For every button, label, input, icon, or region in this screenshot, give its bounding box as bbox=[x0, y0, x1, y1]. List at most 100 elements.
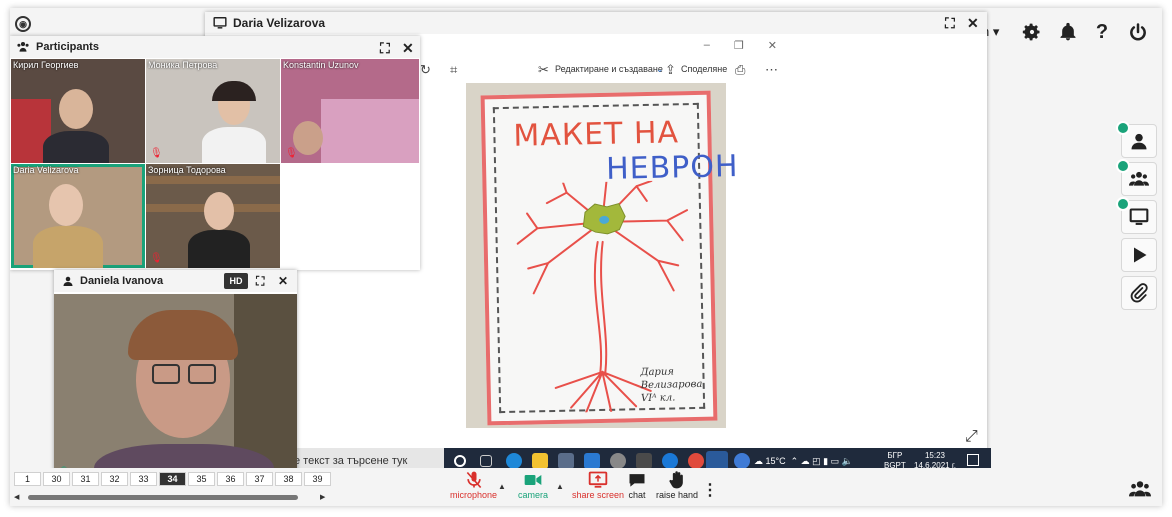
page-button[interactable]: 1 bbox=[14, 472, 41, 486]
participants-toggle-button[interactable] bbox=[1128, 478, 1152, 505]
page-button[interactable]: 34 bbox=[159, 472, 186, 486]
print-icon[interactable]: ⎙ bbox=[735, 62, 745, 78]
page-button[interactable]: 36 bbox=[217, 472, 244, 486]
skype-icon[interactable] bbox=[662, 453, 678, 469]
chevron-down-icon[interactable]: ⌄ bbox=[656, 64, 664, 75]
expand-icon[interactable]: ⤢ bbox=[965, 428, 978, 446]
files-panel-button[interactable] bbox=[1121, 276, 1157, 310]
camera-options-icon[interactable]: ▲ bbox=[556, 482, 564, 491]
page-button[interactable]: 35 bbox=[188, 472, 215, 486]
share-icon: ⇪ bbox=[665, 62, 676, 77]
group-panel-button[interactable] bbox=[1116, 159, 1157, 196]
gear-icon[interactable] bbox=[1020, 20, 1044, 44]
participants-title: Participants bbox=[36, 41, 99, 53]
participant-name: Моника Петрова bbox=[148, 60, 218, 70]
group-icon bbox=[1129, 481, 1151, 497]
page-button[interactable]: 32 bbox=[101, 472, 128, 486]
horizontal-scrollbar[interactable]: ◀ ▶ bbox=[14, 493, 330, 501]
rotate-icon[interactable]: ↻ bbox=[420, 62, 431, 78]
weather-readout: ☁ 15°C ⌃ ☁ ◰ ▮ ▭ 🔈 bbox=[754, 456, 853, 466]
participant-name: Konstantin Uzunov bbox=[283, 60, 359, 70]
speaker-name: Daniela Ivanova bbox=[80, 275, 164, 287]
notification-icon[interactable] bbox=[967, 454, 979, 466]
play-icon bbox=[1134, 247, 1147, 263]
task-view-icon[interactable] bbox=[480, 455, 492, 467]
more-icon[interactable]: ⋯ bbox=[765, 62, 778, 78]
monitor-icon bbox=[1129, 208, 1149, 225]
monitor-icon bbox=[213, 17, 227, 29]
mic-muted-icon: 🎙 bbox=[285, 148, 298, 159]
participant-name: Кирил Георгиев bbox=[13, 60, 79, 70]
microphone-muted-icon bbox=[466, 471, 481, 489]
page-button[interactable]: 37 bbox=[246, 472, 273, 486]
mic-muted-icon: 🎙 bbox=[150, 253, 163, 264]
share-screen-icon bbox=[588, 471, 608, 488]
participant-tile[interactable]: Konstantin Uzunov 🎙 bbox=[281, 59, 419, 163]
participant-tile-active[interactable]: Daria Velizarova bbox=[11, 164, 145, 268]
file-explorer-icon[interactable] bbox=[532, 453, 548, 469]
users-panel-button[interactable] bbox=[1116, 121, 1157, 158]
close-icon[interactable]: ✕ bbox=[967, 15, 979, 32]
edit-create-button[interactable]: Редактиране и създаване bbox=[555, 64, 663, 74]
poster-paper: МАКЕТ НА НЕВРОН Дария Велизарова VIᴬ кл. bbox=[480, 90, 739, 426]
raise-hand-button[interactable]: raise hand bbox=[656, 470, 698, 500]
help-app-icon[interactable] bbox=[734, 453, 750, 469]
microphone-button[interactable]: microphone bbox=[450, 470, 497, 500]
participant-tile[interactable]: Кирил Георгиев bbox=[11, 59, 145, 163]
help-icon[interactable]: ? bbox=[1090, 20, 1114, 44]
microphone-options-icon[interactable]: ▲ bbox=[498, 482, 506, 491]
scroll-right-icon[interactable]: ▶ bbox=[320, 493, 325, 501]
page-button[interactable]: 39 bbox=[304, 472, 331, 486]
fullscreen-icon[interactable]: ⛶ bbox=[256, 274, 264, 289]
power-icon[interactable] bbox=[1126, 20, 1150, 44]
hand-icon bbox=[669, 471, 683, 489]
chat-icon bbox=[629, 474, 645, 487]
shared-screen-titlebar: Daria Velizarova bbox=[205, 12, 987, 34]
bell-icon[interactable] bbox=[1056, 20, 1080, 44]
share-button[interactable]: Споделяне bbox=[681, 64, 727, 74]
group-icon bbox=[1129, 171, 1149, 186]
more-options-icon[interactable]: ⋮ bbox=[702, 480, 718, 500]
store-icon[interactable] bbox=[558, 453, 574, 469]
fullscreen-icon[interactable]: ⛶ bbox=[945, 15, 955, 32]
app-icon[interactable] bbox=[610, 453, 626, 469]
close-icon[interactable]: ✕ bbox=[768, 39, 777, 52]
share-screen-button[interactable]: share screen bbox=[572, 470, 624, 500]
media-panel-button[interactable] bbox=[1121, 238, 1157, 272]
crop-icon[interactable]: ⌗ bbox=[450, 62, 457, 78]
minimize-icon[interactable]: – bbox=[704, 39, 710, 51]
fullscreen-icon[interactable]: ⛶ bbox=[380, 40, 390, 57]
scrollbar-thumb[interactable] bbox=[28, 495, 298, 500]
scroll-left-icon[interactable]: ◀ bbox=[14, 493, 19, 501]
close-icon[interactable]: ✕ bbox=[402, 40, 414, 57]
user-icon bbox=[1131, 133, 1147, 150]
page-button[interactable]: 30 bbox=[43, 472, 70, 486]
participant-name: Зорница Тодорова bbox=[148, 165, 226, 175]
mail-icon[interactable] bbox=[584, 453, 600, 469]
cortana-icon[interactable] bbox=[454, 455, 466, 467]
page-button[interactable]: 33 bbox=[130, 472, 157, 486]
camera-status-icon bbox=[1116, 159, 1130, 173]
participant-tile[interactable]: Зорница Тодорова 🎙 bbox=[146, 164, 280, 268]
speaker-window: Daniela Ivanova HD ⛶ ✕ 🎙 bbox=[54, 270, 297, 482]
shared-screen-title: Daria Velizarova bbox=[233, 16, 326, 30]
edit-icon: ✂ bbox=[538, 62, 549, 77]
close-icon[interactable]: ✕ bbox=[278, 274, 288, 288]
camera-button[interactable]: camera bbox=[518, 470, 548, 500]
screen-share-panel-button[interactable] bbox=[1116, 197, 1157, 234]
poster-title-line1: МАКЕТ НА bbox=[513, 115, 680, 154]
restore-icon[interactable]: ❐ bbox=[734, 39, 744, 52]
chat-button[interactable]: chat bbox=[626, 470, 648, 500]
app-icon[interactable] bbox=[636, 453, 652, 469]
chrome-icon[interactable] bbox=[688, 453, 704, 469]
page-button[interactable]: 38 bbox=[275, 472, 302, 486]
edge-icon[interactable] bbox=[506, 453, 522, 469]
hd-toggle-button[interactable]: HD bbox=[224, 273, 248, 289]
page-button[interactable]: 31 bbox=[72, 472, 99, 486]
user-icon bbox=[63, 276, 73, 286]
participant-tile[interactable]: Моника Петрова 🎙 bbox=[146, 59, 280, 163]
camera-status-icon bbox=[1116, 197, 1130, 211]
paperclip-icon bbox=[1130, 283, 1148, 303]
group-icon bbox=[17, 42, 29, 52]
participants-panel: Participants ⛶ ✕ Кирил Георгиев Моника П… bbox=[10, 36, 420, 270]
